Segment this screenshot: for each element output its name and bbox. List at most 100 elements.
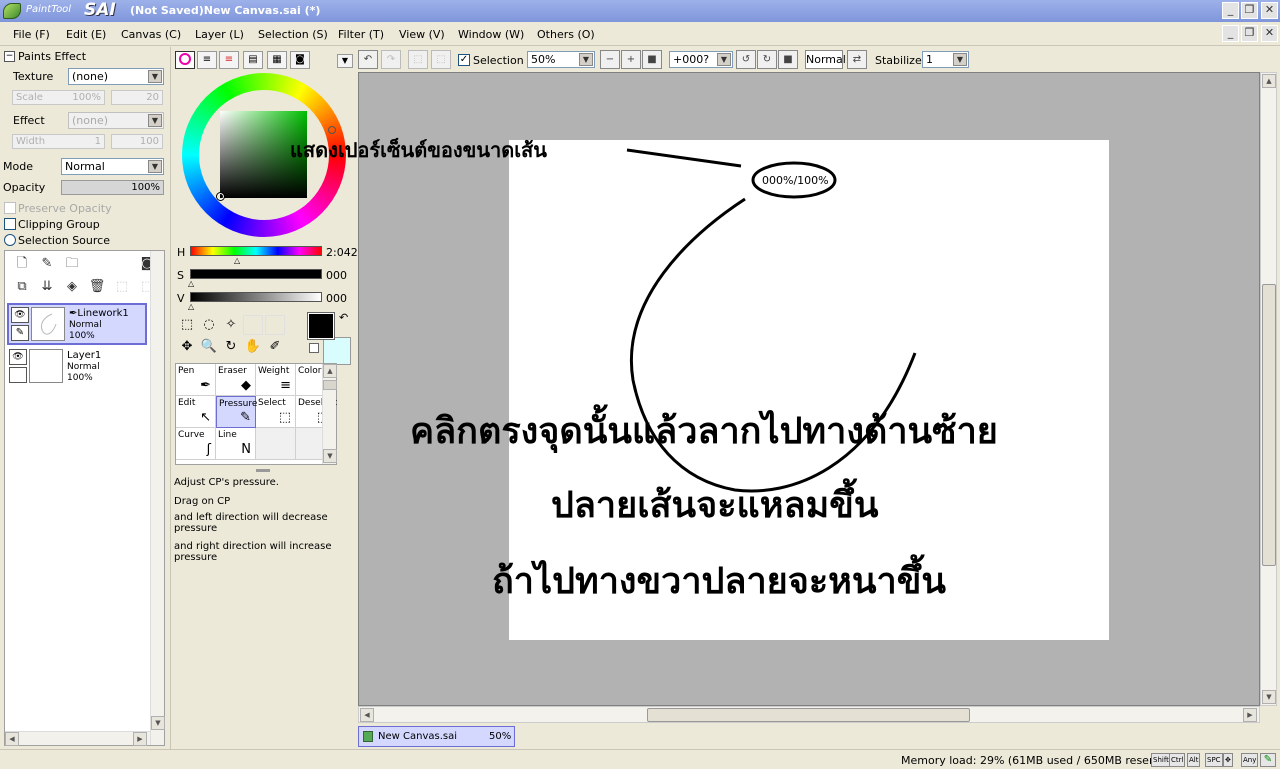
brush-scrollbar[interactable]: ▲ ▼ [322,364,337,464]
magic-wand-icon[interactable]: ✧ [221,315,241,335]
zoom-reset-button[interactable]: ■ [642,50,662,69]
menu-layer[interactable]: Layer (L) [195,28,244,41]
menu-others[interactable]: Others (O) [537,28,595,41]
zoom-icon[interactable]: 🔍 [199,337,219,357]
texture-select[interactable]: (none) ▼ [68,68,164,85]
undo-icon[interactable]: ↶ [358,50,378,69]
opacity-slider[interactable]: 100% [61,180,164,195]
clipping-group-checkbox[interactable] [4,218,16,230]
brush-line[interactable]: Line N [216,428,256,460]
stabilizer-select[interactable]: 1 ▼ [922,51,969,68]
hue-bar[interactable] [190,246,322,256]
scroll-right-icon[interactable]: ▶ [133,732,147,746]
primary-color-swatch[interactable] [307,312,335,340]
invert-selection-icon[interactable]: ⬚ [431,50,451,69]
eye-icon[interactable]: 👁 [9,349,27,365]
brush-pressure[interactable]: Pressure ✎ [216,396,257,428]
swap-colors-icon[interactable]: ↶ [339,311,348,324]
hand-icon[interactable]: ✋ [243,337,263,357]
clear-layer-icon[interactable]: ◈ [63,278,81,296]
width-field[interactable]: Width 1 [12,134,105,149]
scroll-thumb[interactable] [1262,284,1276,566]
selection-checkbox[interactable]: ✓ [458,54,470,66]
menu-canvas[interactable]: Canvas (C) [121,28,181,41]
rotate-reset-button[interactable]: ■ [778,50,798,69]
zoom-out-button[interactable]: − [600,50,620,69]
canvas-viewport[interactable] [358,72,1260,706]
canvas-vertical-scrollbar[interactable]: ▲ ▼ [1260,72,1277,706]
mode-select[interactable]: Normal ▼ [61,158,164,175]
layer-option-icon[interactable]: ⬚ [113,278,131,296]
rotation-select[interactable]: +000? ▼ [669,51,733,68]
doc-restore-button[interactable]: ❐ [1241,25,1258,42]
document-tab[interactable]: New Canvas.sai 50% [358,726,515,747]
brush-curve[interactable]: Curve ʃ [176,428,216,460]
preserve-opacity-checkbox[interactable] [4,202,16,214]
brush-select[interactable]: Select ⬚ [256,396,296,428]
brush-edit[interactable]: Edit ↖ [176,396,216,428]
rotate-right-icon[interactable]: ↻ [757,50,777,69]
scale-field[interactable]: Scale 100% [12,90,105,105]
rotate-icon[interactable]: ↻ [221,337,241,357]
maximize-button[interactable]: ❐ [1241,2,1258,19]
scroll-thumb[interactable] [647,708,970,722]
scale-num-field[interactable]: 20 [111,90,163,105]
effect-select[interactable]: (none) ▼ [68,112,164,129]
saturation-bar[interactable] [190,269,322,279]
collapse-icon[interactable]: − [4,51,15,62]
value-bar[interactable] [190,292,322,302]
width-num-field[interactable]: 100 [111,134,163,149]
eyedropper-icon[interactable]: ✐ [265,337,285,357]
rect-select-icon[interactable]: ⬚ [177,315,197,335]
menu-view[interactable]: View (V) [399,28,445,41]
layer-hscrollbar[interactable]: ◀ ▶ [5,731,150,746]
scroll-down-icon[interactable]: ▼ [151,716,165,730]
lock-toggle[interactable] [9,367,27,383]
scroll-down-icon[interactable]: ▼ [323,449,337,463]
canvas-horizontal-scrollbar[interactable]: ◀ ▶ [358,706,1260,723]
rotate-left-icon[interactable]: ↺ [736,50,756,69]
redo-icon[interactable]: ↷ [381,50,401,69]
close-button[interactable]: ✕ [1261,2,1278,19]
scroll-thumb[interactable] [323,380,337,390]
new-folder-icon[interactable]: 🗀 [63,255,81,273]
scroll-right-icon[interactable]: ▶ [1243,708,1257,722]
zoom-in-button[interactable]: + [621,50,641,69]
menu-filter[interactable]: Filter (T) [338,28,384,41]
menu-file[interactable]: File (F) [13,28,50,41]
layer-row-layer1[interactable]: 👁 Layer1 Normal 100% [7,347,147,389]
transparent-color-icon[interactable] [309,343,319,353]
brush-pen[interactable]: Pen ✒ [176,364,216,396]
layer-row-linework1[interactable]: 👁 ✎ ✒Linework1 Normal 100% [7,303,147,345]
delete-layer-icon[interactable]: 🗑 [88,278,106,296]
hsv-slider-mode-button[interactable]: ≡ [219,51,239,69]
lasso-icon[interactable]: ◌ [199,315,219,335]
menu-edit[interactable]: Edit (E) [66,28,106,41]
layer-scrollbar[interactable]: ▼ [150,251,165,745]
intermediate-color-button[interactable]: ▤ [243,51,263,69]
scroll-up-icon[interactable]: ▲ [323,364,337,378]
copy-layer-icon[interactable]: ⧉ [13,278,31,296]
secondary-color-swatch[interactable] [323,337,351,365]
eye-icon[interactable]: 👁 [11,307,29,323]
brush-weight[interactable]: Weight ≡ [256,364,296,396]
swatches-button[interactable]: ▦ [267,51,287,69]
zoom-select[interactable]: 50% ▼ [527,51,595,68]
scroll-left-icon[interactable]: ◀ [360,708,374,722]
view-mode-button[interactable]: Normal [805,50,846,69]
deselect-icon[interactable]: ⬚ [408,50,428,69]
menu-selection[interactable]: Selection (S) [258,28,328,41]
scratchpad-button[interactable]: ◙ [290,51,310,69]
scroll-up-icon[interactable]: ▲ [1262,74,1276,88]
brush-eraser[interactable]: Eraser ◆ [216,364,256,396]
minimize-button[interactable]: _ [1222,2,1239,19]
scroll-down-icon[interactable]: ▼ [1262,690,1276,704]
doc-minimize-button[interactable]: _ [1222,25,1239,42]
panel-menu-button[interactable]: ▼ [337,54,353,68]
flip-icon[interactable]: ⇄ [847,50,867,69]
splitter-grip[interactable] [256,469,270,472]
merge-down-icon[interactable]: ⇊ [38,278,56,296]
menu-window[interactable]: Window (W) [458,28,524,41]
new-layer-icon[interactable]: 🗋 [13,255,31,273]
color-wheel-mode-button[interactable] [175,51,195,69]
